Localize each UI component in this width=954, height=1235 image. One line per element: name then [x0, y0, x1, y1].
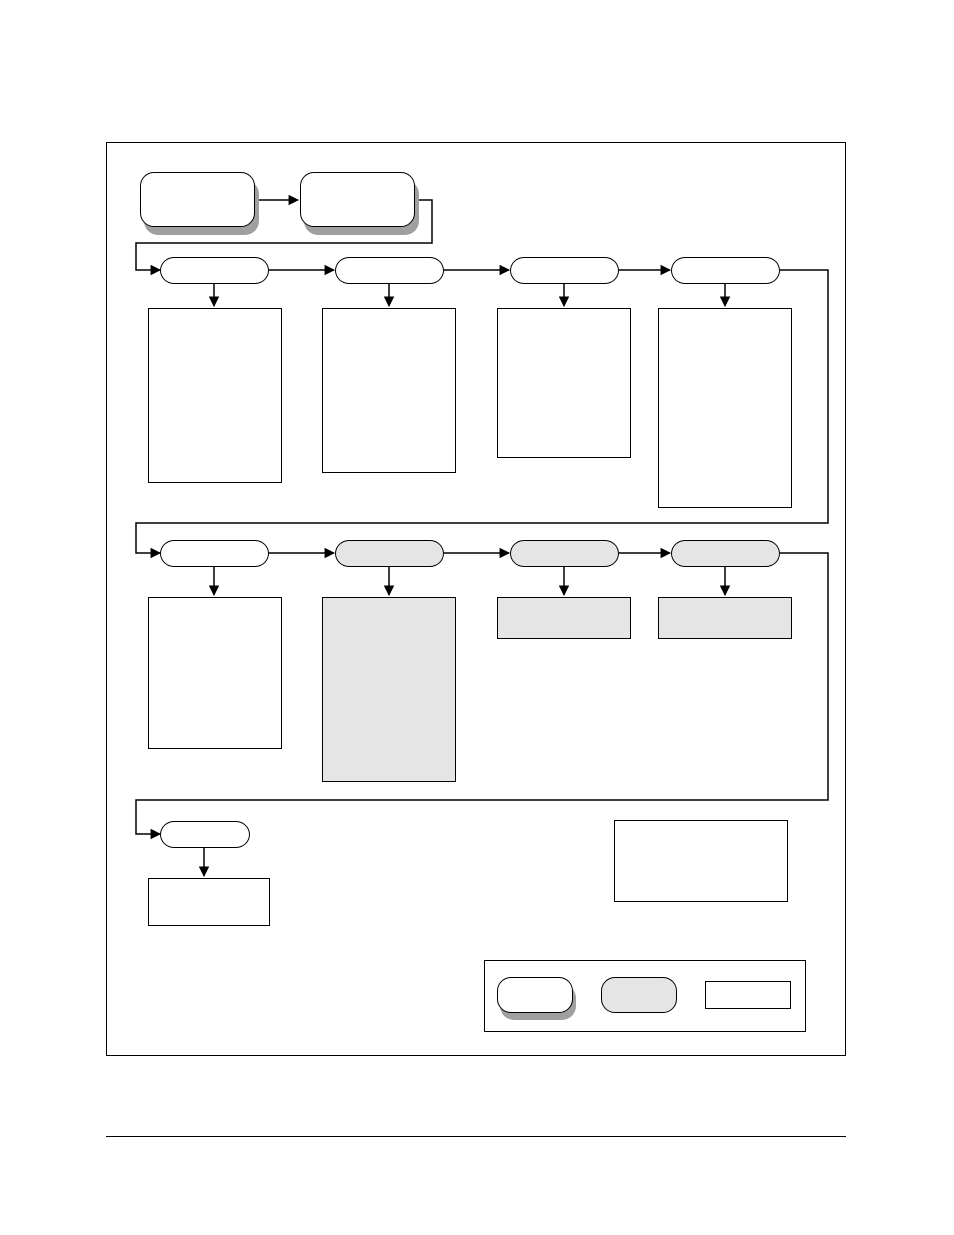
legend-item2 [601, 977, 677, 1013]
legend-item3 [705, 981, 791, 1009]
row1-pill-3 [510, 257, 619, 284]
row1-box-4 [658, 308, 792, 508]
row3-side-box [614, 820, 788, 902]
main-box2 [300, 172, 415, 227]
row2-box-3 [497, 597, 631, 639]
row2-pill-1 [160, 540, 269, 567]
row2-pill-3 [510, 540, 619, 567]
row3-pill [160, 821, 250, 848]
legend-item1 [497, 977, 573, 1013]
row2-pill-2 [335, 540, 444, 567]
row3-box [148, 878, 270, 926]
row2-box-4 [658, 597, 792, 639]
page [0, 0, 954, 1235]
row2-box-1 [148, 597, 282, 749]
row2-pill-4 [671, 540, 780, 567]
row1-box-2 [322, 308, 456, 473]
row1-pill-1 [160, 257, 269, 284]
row1-box-1 [148, 308, 282, 483]
row1-pill-2 [335, 257, 444, 284]
row2-box-2 [322, 597, 456, 782]
row1-pill-4 [671, 257, 780, 284]
footer-rule [106, 1136, 846, 1137]
row1-box-3 [497, 308, 631, 458]
main-box1 [140, 172, 255, 227]
